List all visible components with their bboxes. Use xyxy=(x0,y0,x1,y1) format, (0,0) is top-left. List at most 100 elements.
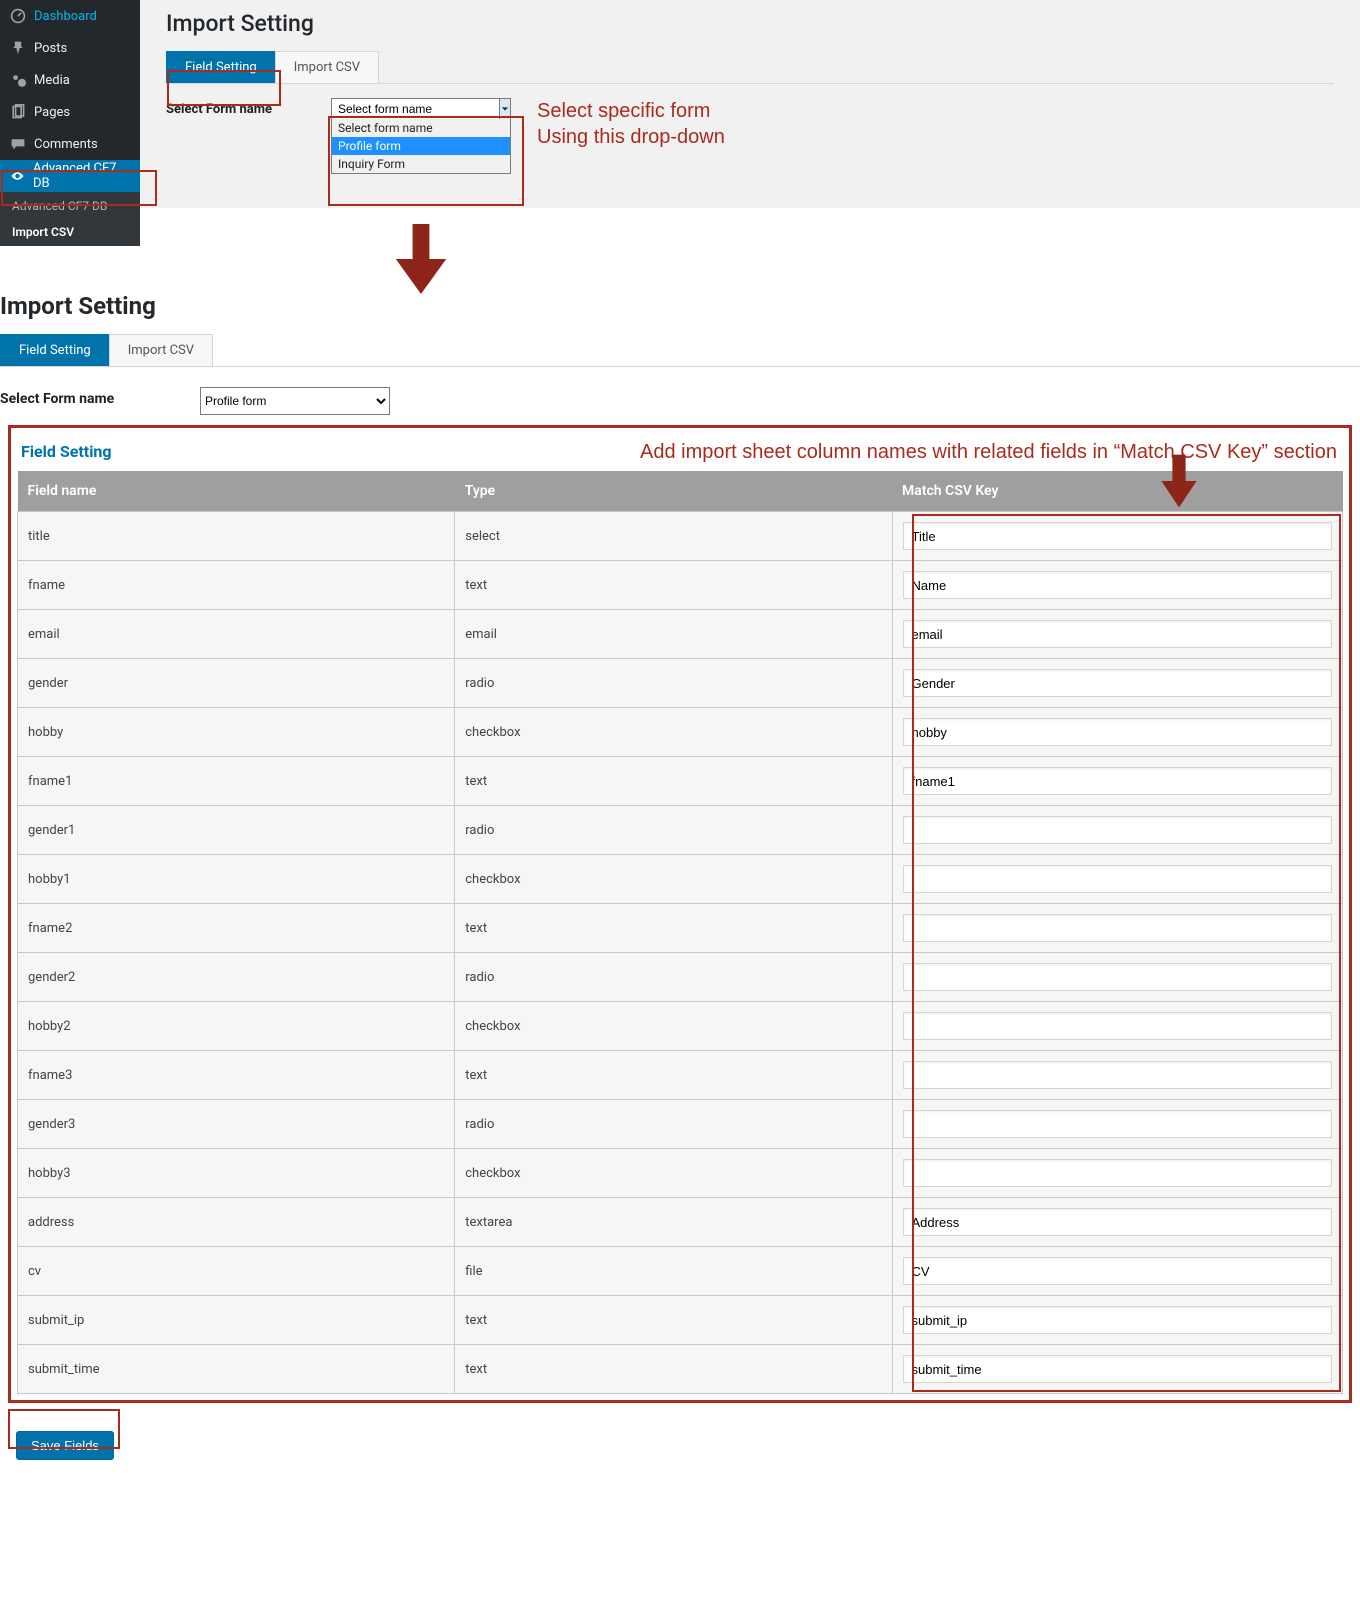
media-icon xyxy=(10,72,26,88)
match-csv-key-input[interactable] xyxy=(903,1012,1333,1040)
cell-type: radio xyxy=(455,953,892,1002)
field-setting-table: Field name Type Match CSV Key titleselec… xyxy=(17,471,1343,1394)
cell-type: textarea xyxy=(455,1198,892,1247)
table-row: genderradio xyxy=(18,659,1343,708)
dropdown-option[interactable]: Profile form xyxy=(332,137,510,155)
cell-matchkey xyxy=(892,1100,1343,1149)
tab-import-csv[interactable]: Import CSV xyxy=(109,334,213,366)
annotation-select-form: Select specific form Using this drop-dow… xyxy=(537,98,725,150)
cell-type: text xyxy=(455,1296,892,1345)
table-header-fieldname: Field name xyxy=(18,471,455,512)
top-content-area: Import Setting Field Setting Import CSV … xyxy=(140,0,1360,208)
match-csv-key-input[interactable] xyxy=(903,620,1333,648)
match-csv-key-input[interactable] xyxy=(903,1110,1333,1138)
cell-type: text xyxy=(455,757,892,806)
tab-field-setting[interactable]: Field Setting xyxy=(166,51,276,83)
cell-type: checkbox xyxy=(455,708,892,757)
match-csv-key-input[interactable] xyxy=(903,1306,1333,1334)
tab-field-setting[interactable]: Field Setting xyxy=(0,334,110,366)
pin-icon xyxy=(10,40,26,56)
cell-fieldname: hobby2 xyxy=(18,1002,455,1051)
page-title: Import Setting xyxy=(0,292,1360,320)
table-row: hobby2checkbox xyxy=(18,1002,1343,1051)
cell-fieldname: fname3 xyxy=(18,1051,455,1100)
cell-matchkey xyxy=(892,1345,1343,1394)
cell-fieldname: hobby1 xyxy=(18,855,455,904)
field-setting-heading: Field Setting xyxy=(21,442,112,461)
select-form-dropdown-open[interactable]: Select form name Profile form Inquiry Fo… xyxy=(331,98,511,174)
sidebar-item-label: Dashboard xyxy=(34,9,97,24)
table-row: hobbycheckbox xyxy=(18,708,1343,757)
cell-type: radio xyxy=(455,659,892,708)
match-csv-key-input[interactable] xyxy=(903,1257,1333,1285)
cell-matchkey xyxy=(892,953,1343,1002)
cell-fieldname: cv xyxy=(18,1247,455,1296)
cell-matchkey xyxy=(892,1002,1343,1051)
cell-type: radio xyxy=(455,1100,892,1149)
select-form-dropdown[interactable]: Profile form xyxy=(200,387,390,415)
annotation-arrow-down xyxy=(386,224,456,298)
comments-icon xyxy=(10,136,26,152)
table-row: emailemail xyxy=(18,610,1343,659)
tabs-mid: Field Setting Import CSV xyxy=(0,334,1360,367)
sidebar-submenu-item-import-csv[interactable]: Import CSV xyxy=(0,219,140,245)
cell-matchkey xyxy=(892,1149,1343,1198)
mid-content-area: Import Setting Field Setting Import CSV … xyxy=(0,292,1360,415)
cell-type: checkbox xyxy=(455,855,892,904)
match-csv-key-input[interactable] xyxy=(903,1208,1333,1236)
sidebar-item-label: Posts xyxy=(34,41,67,56)
cell-matchkey xyxy=(892,806,1343,855)
cell-type: file xyxy=(455,1247,892,1296)
cell-fieldname: submit_ip xyxy=(18,1296,455,1345)
match-csv-key-input[interactable] xyxy=(903,1355,1333,1383)
match-csv-key-input[interactable] xyxy=(903,767,1333,795)
cell-matchkey xyxy=(892,512,1343,561)
cell-fieldname: gender3 xyxy=(18,1100,455,1149)
cell-fieldname: gender xyxy=(18,659,455,708)
sidebar-item-dashboard[interactable]: Dashboard xyxy=(0,0,140,32)
sidebar-submenu-item-cf7db[interactable]: Advanced CF7 DB xyxy=(0,193,140,219)
dropdown-option[interactable]: Select form name xyxy=(332,119,510,137)
match-csv-key-input[interactable] xyxy=(903,571,1333,599)
match-csv-key-input[interactable] xyxy=(903,669,1333,697)
cell-fieldname: submit_time xyxy=(18,1345,455,1394)
cell-fieldname: fname xyxy=(18,561,455,610)
table-row: gender2radio xyxy=(18,953,1343,1002)
table-header-matchkey: Match CSV Key xyxy=(892,471,1343,512)
table-row: fname1text xyxy=(18,757,1343,806)
sidebar-item-media[interactable]: Media xyxy=(0,64,140,96)
match-csv-key-input[interactable] xyxy=(903,914,1333,942)
cell-type: checkbox xyxy=(455,1149,892,1198)
match-csv-key-input[interactable] xyxy=(903,1061,1333,1089)
table-row: gender1radio xyxy=(18,806,1343,855)
chevron-down-icon[interactable] xyxy=(499,99,510,119)
table-row: gender3radio xyxy=(18,1100,1343,1149)
match-csv-key-input[interactable] xyxy=(903,718,1333,746)
table-row: fname3text xyxy=(18,1051,1343,1100)
match-csv-key-input[interactable] xyxy=(903,1159,1333,1187)
sidebar-item-advanced-cf7-db[interactable]: Advanced CF7 DB xyxy=(0,160,140,192)
dropdown-option[interactable]: Inquiry Form xyxy=(332,155,510,173)
sidebar-item-pages[interactable]: Pages xyxy=(0,96,140,128)
save-fields-button[interactable]: Save Fields xyxy=(16,1431,114,1460)
table-row: titleselect xyxy=(18,512,1343,561)
cell-type: text xyxy=(455,1051,892,1100)
table-row: hobby3checkbox xyxy=(18,1149,1343,1198)
cell-matchkey xyxy=(892,757,1343,806)
cell-type: text xyxy=(455,904,892,953)
sidebar-item-label: Advanced CF7 DB xyxy=(33,161,130,191)
cell-fieldname: fname1 xyxy=(18,757,455,806)
eye-icon xyxy=(10,168,25,184)
wp-admin-sidebar: Dashboard Posts Media Pages Comments Adv… xyxy=(0,0,140,208)
match-csv-key-input[interactable] xyxy=(903,865,1333,893)
table-row: addresstextarea xyxy=(18,1198,1343,1247)
match-csv-key-input[interactable] xyxy=(903,522,1333,550)
sidebar-item-comments[interactable]: Comments xyxy=(0,128,140,160)
tab-import-csv[interactable]: Import CSV xyxy=(275,51,379,83)
select-form-dropdown-value[interactable] xyxy=(332,99,499,119)
cell-type: text xyxy=(455,1345,892,1394)
cell-fieldname: gender1 xyxy=(18,806,455,855)
sidebar-item-posts[interactable]: Posts xyxy=(0,32,140,64)
match-csv-key-input[interactable] xyxy=(903,963,1333,991)
match-csv-key-input[interactable] xyxy=(903,816,1333,844)
